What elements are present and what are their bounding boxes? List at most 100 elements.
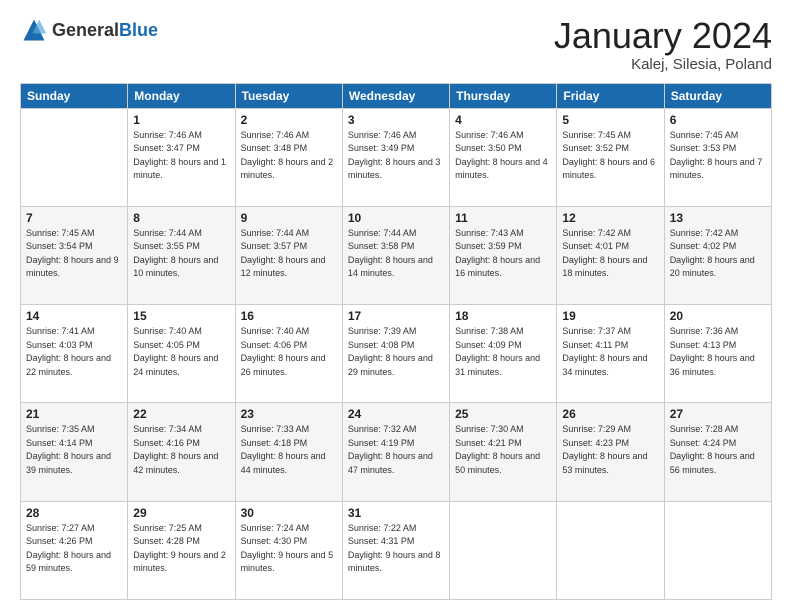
day-info: Sunrise: 7:30 AMSunset: 4:21 PMDaylight:… xyxy=(455,423,551,477)
day-info: Sunrise: 7:33 AMSunset: 4:18 PMDaylight:… xyxy=(241,423,337,477)
calendar-title: January 2024 xyxy=(554,16,772,56)
day-cell: 21Sunrise: 7:35 AMSunset: 4:14 PMDayligh… xyxy=(21,403,128,501)
day-info: Sunrise: 7:40 AMSunset: 4:06 PMDaylight:… xyxy=(241,325,337,379)
day-number: 9 xyxy=(241,211,337,225)
header-cell-saturday: Saturday xyxy=(664,83,771,108)
day-cell: 9 Sunrise: 7:44 AMSunset: 3:57 PMDaylight… xyxy=(235,206,342,304)
week-row-1: 7 Sunrise: 7:45 AMSunset: 3:54 PMDaylight… xyxy=(21,206,772,304)
day-number: 20 xyxy=(670,309,766,323)
day-info: Sunrise: 7:44 AMSunset: 3:55 PMDaylight:… xyxy=(133,227,229,281)
day-cell: 17 Sunrise: 7:39 AMSunset: 4:08 PMDayligh… xyxy=(342,305,449,403)
day-number: 8 xyxy=(133,211,229,225)
day-number: 25 xyxy=(455,407,551,421)
day-number: 3 xyxy=(348,113,444,127)
day-cell: 11Sunrise: 7:43 AMSunset: 3:59 PMDayligh… xyxy=(450,206,557,304)
day-number: 1 xyxy=(133,113,229,127)
header: GeneralBlue January 2024 Kalej, Silesia,… xyxy=(20,16,772,73)
week-row-3: 21Sunrise: 7:35 AMSunset: 4:14 PMDayligh… xyxy=(21,403,772,501)
header-cell-monday: Monday xyxy=(128,83,235,108)
day-cell xyxy=(557,501,664,599)
day-number: 17 xyxy=(348,309,444,323)
calendar-header: SundayMondayTuesdayWednesdayThursdayFrid… xyxy=(21,83,772,108)
logo-text: GeneralBlue xyxy=(52,20,158,41)
title-block: January 2024 Kalej, Silesia, Poland xyxy=(554,16,772,73)
day-cell: 12 Sunrise: 7:42 AMSunset: 4:01 PMDayligh… xyxy=(557,206,664,304)
day-info: Sunrise: 7:38 AMSunset: 4:09 PMDaylight:… xyxy=(455,325,551,379)
day-cell: 7 Sunrise: 7:45 AMSunset: 3:54 PMDaylight… xyxy=(21,206,128,304)
day-cell: 18Sunrise: 7:38 AMSunset: 4:09 PMDayligh… xyxy=(450,305,557,403)
header-cell-tuesday: Tuesday xyxy=(235,83,342,108)
day-info: Sunrise: 7:43 AMSunset: 3:59 PMDaylight:… xyxy=(455,227,551,281)
day-number: 30 xyxy=(241,506,337,520)
day-info: Sunrise: 7:32 AMSunset: 4:19 PMDaylight:… xyxy=(348,423,444,477)
day-cell: 15 Sunrise: 7:40 AMSunset: 4:05 PMDayligh… xyxy=(128,305,235,403)
day-cell: 31 Sunrise: 7:22 AMSunset: 4:31 PMDayligh… xyxy=(342,501,449,599)
calendar-subtitle: Kalej, Silesia, Poland xyxy=(554,56,772,73)
page: GeneralBlue January 2024 Kalej, Silesia,… xyxy=(0,0,792,612)
day-info: Sunrise: 7:24 AMSunset: 4:30 PMDaylight:… xyxy=(241,522,337,576)
day-number: 21 xyxy=(26,407,122,421)
day-cell: 24 Sunrise: 7:32 AMSunset: 4:19 PMDayligh… xyxy=(342,403,449,501)
logo-blue: Blue xyxy=(119,20,158,40)
week-row-4: 28Sunrise: 7:27 AMSunset: 4:26 PMDayligh… xyxy=(21,501,772,599)
day-cell: 1Sunrise: 7:46 AMSunset: 3:47 PMDaylight… xyxy=(128,108,235,206)
day-number: 14 xyxy=(26,309,122,323)
day-cell: 14 Sunrise: 7:41 AMSunset: 4:03 PMDayligh… xyxy=(21,305,128,403)
logo: GeneralBlue xyxy=(20,16,158,44)
day-number: 4 xyxy=(455,113,551,127)
day-info: Sunrise: 7:27 AMSunset: 4:26 PMDaylight:… xyxy=(26,522,122,576)
day-cell xyxy=(664,501,771,599)
day-info: Sunrise: 7:45 AMSunset: 3:52 PMDaylight:… xyxy=(562,129,658,183)
day-cell: 4Sunrise: 7:46 AMSunset: 3:50 PMDaylight… xyxy=(450,108,557,206)
day-cell: 25 Sunrise: 7:30 AMSunset: 4:21 PMDayligh… xyxy=(450,403,557,501)
day-info: Sunrise: 7:41 AMSunset: 4:03 PMDaylight:… xyxy=(26,325,122,379)
day-cell: 6Sunrise: 7:45 AMSunset: 3:53 PMDaylight… xyxy=(664,108,771,206)
day-info: Sunrise: 7:25 AMSunset: 4:28 PMDaylight:… xyxy=(133,522,229,576)
day-cell: 16 Sunrise: 7:40 AMSunset: 4:06 PMDayligh… xyxy=(235,305,342,403)
day-number: 15 xyxy=(133,309,229,323)
day-cell: 27Sunrise: 7:28 AMSunset: 4:24 PMDayligh… xyxy=(664,403,771,501)
day-info: Sunrise: 7:42 AMSunset: 4:01 PMDaylight:… xyxy=(562,227,658,281)
day-number: 5 xyxy=(562,113,658,127)
calendar-body: 1Sunrise: 7:46 AMSunset: 3:47 PMDaylight… xyxy=(21,108,772,599)
day-cell xyxy=(450,501,557,599)
day-number: 7 xyxy=(26,211,122,225)
header-row: SundayMondayTuesdayWednesdayThursdayFrid… xyxy=(21,83,772,108)
day-cell: 3Sunrise: 7:46 AMSunset: 3:49 PMDaylight… xyxy=(342,108,449,206)
day-info: Sunrise: 7:46 AMSunset: 3:48 PMDaylight:… xyxy=(241,129,337,183)
header-cell-sunday: Sunday xyxy=(21,83,128,108)
day-info: Sunrise: 7:42 AMSunset: 4:02 PMDaylight:… xyxy=(670,227,766,281)
day-cell: 19Sunrise: 7:37 AMSunset: 4:11 PMDayligh… xyxy=(557,305,664,403)
day-cell: 5 Sunrise: 7:45 AMSunset: 3:52 PMDaylight… xyxy=(557,108,664,206)
header-cell-thursday: Thursday xyxy=(450,83,557,108)
day-cell: 8 Sunrise: 7:44 AMSunset: 3:55 PMDaylight… xyxy=(128,206,235,304)
day-cell xyxy=(21,108,128,206)
day-cell: 2 Sunrise: 7:46 AMSunset: 3:48 PMDaylight… xyxy=(235,108,342,206)
day-number: 12 xyxy=(562,211,658,225)
day-cell: 26Sunrise: 7:29 AMSunset: 4:23 PMDayligh… xyxy=(557,403,664,501)
day-cell: 29 Sunrise: 7:25 AMSunset: 4:28 PMDayligh… xyxy=(128,501,235,599)
day-number: 29 xyxy=(133,506,229,520)
day-number: 10 xyxy=(348,211,444,225)
header-cell-wednesday: Wednesday xyxy=(342,83,449,108)
day-cell: 30 Sunrise: 7:24 AMSunset: 4:30 PMDayligh… xyxy=(235,501,342,599)
day-number: 31 xyxy=(348,506,444,520)
day-info: Sunrise: 7:22 AMSunset: 4:31 PMDaylight:… xyxy=(348,522,444,576)
day-info: Sunrise: 7:39 AMSunset: 4:08 PMDaylight:… xyxy=(348,325,444,379)
day-info: Sunrise: 7:45 AMSunset: 3:54 PMDaylight:… xyxy=(26,227,122,281)
day-info: Sunrise: 7:28 AMSunset: 4:24 PMDaylight:… xyxy=(670,423,766,477)
day-cell: 28Sunrise: 7:27 AMSunset: 4:26 PMDayligh… xyxy=(21,501,128,599)
day-info: Sunrise: 7:29 AMSunset: 4:23 PMDaylight:… xyxy=(562,423,658,477)
day-number: 13 xyxy=(670,211,766,225)
day-number: 19 xyxy=(562,309,658,323)
day-info: Sunrise: 7:40 AMSunset: 4:05 PMDaylight:… xyxy=(133,325,229,379)
day-info: Sunrise: 7:44 AMSunset: 3:57 PMDaylight:… xyxy=(241,227,337,281)
header-cell-friday: Friday xyxy=(557,83,664,108)
day-number: 16 xyxy=(241,309,337,323)
day-number: 2 xyxy=(241,113,337,127)
day-number: 24 xyxy=(348,407,444,421)
day-cell: 10Sunrise: 7:44 AMSunset: 3:58 PMDayligh… xyxy=(342,206,449,304)
day-info: Sunrise: 7:36 AMSunset: 4:13 PMDaylight:… xyxy=(670,325,766,379)
day-cell: 13 Sunrise: 7:42 AMSunset: 4:02 PMDayligh… xyxy=(664,206,771,304)
day-cell: 20 Sunrise: 7:36 AMSunset: 4:13 PMDayligh… xyxy=(664,305,771,403)
